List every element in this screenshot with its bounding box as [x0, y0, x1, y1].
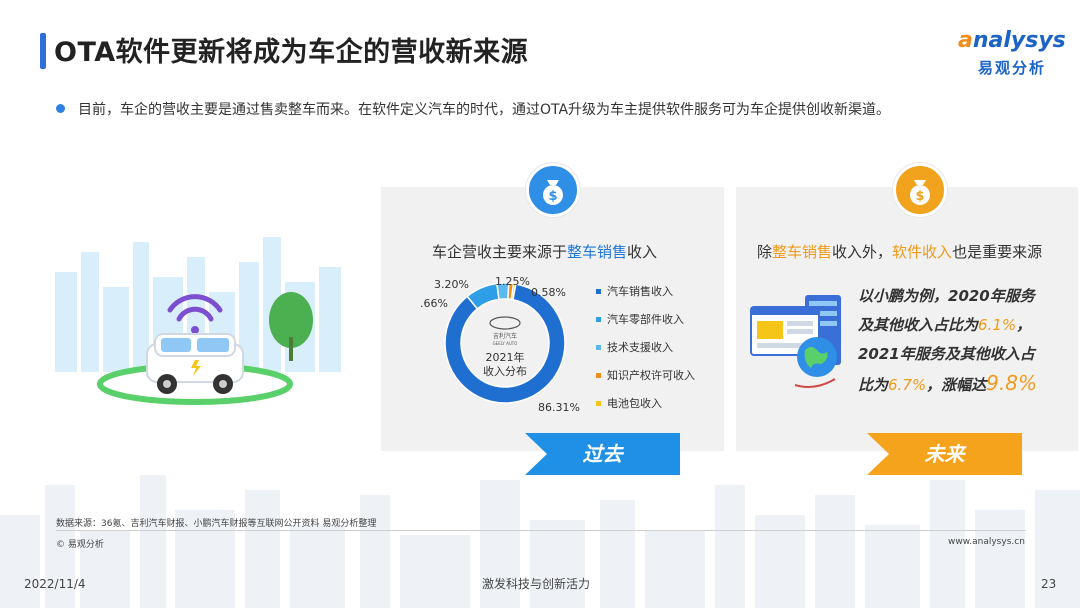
legend-swatch	[596, 373, 601, 378]
logo-text-cn: 易观分析	[978, 59, 1047, 77]
legend-label: 汽车销售收入	[607, 285, 673, 298]
donut-legend: 汽车销售收入 汽车零部件收入 技术支援收入知识产权许可收入 电池包收入	[596, 284, 695, 424]
future-line-1: 以小鹏为例，2020年服务	[858, 287, 1035, 305]
legend-item-0: 汽车销售收入	[596, 284, 695, 312]
past-tag: 过去	[525, 433, 680, 475]
donut-label-4: 0.58%	[531, 286, 566, 299]
brand-en: GEELY AUTO	[493, 341, 518, 346]
money-bag-icon: $	[526, 163, 580, 217]
title-accent-bar	[40, 33, 46, 69]
geely-logo: 吉利汽车 GEELY AUTO	[489, 316, 521, 346]
slide-date: 2022/11/4	[24, 577, 86, 591]
future-tag-label: 未来	[924, 442, 965, 466]
legend-item-4: 电池包收入	[596, 396, 695, 424]
page-title: OTA软件更新将成为车企的营收新来源	[54, 37, 529, 68]
legend-swatch	[596, 401, 601, 406]
car-icon	[146, 333, 244, 394]
brand-cn: 吉利汽车	[493, 332, 517, 340]
slogan: 激发科技与创新活力	[482, 577, 591, 591]
svg-text:$: $	[548, 189, 557, 204]
donut-label-3: 1.25%	[495, 275, 530, 288]
footer-divider	[56, 530, 1026, 531]
copyright: © 易观分析	[56, 540, 104, 550]
revenue-donut-chart: 吉利汽车 GEELY AUTO 2021年 收入分布 86.31% 8.66% 3.…	[420, 275, 580, 414]
donut-center-caption: 收入分布	[483, 364, 527, 378]
svg-text:$: $	[915, 189, 924, 204]
future-line-3: 2021年服务及其他收入占	[858, 345, 1035, 363]
past-tag-label: 过去	[582, 442, 623, 466]
intro-bullet-text: 目前，车企的营收主要是通过售卖整车而来。在软件定义汽车的时代，通过OTA升级为车…	[78, 102, 891, 118]
legend-label: 知识产权许可收入	[607, 369, 695, 382]
data-source: 数据来源：36氪、吉利汽车财报、小鹏汽车财报等互联网公开资料 易观分析整理	[56, 519, 377, 529]
legend-item-3: 知识产权许可收入	[596, 368, 695, 396]
logo-text-en: analysys	[958, 28, 1066, 53]
legend-swatch	[596, 289, 601, 294]
website-link[interactable]: www.analysys.cn	[948, 537, 1025, 547]
legend-swatch	[596, 317, 601, 322]
car-city-illustration	[55, 237, 341, 405]
analysys-logo: analysys 易观分析	[958, 28, 1068, 78]
software-globe-illustration	[750, 295, 841, 388]
legend-item-2: 技术支援收入	[596, 340, 695, 368]
legend-item-1: 汽车零部件收入	[596, 312, 695, 340]
future-heading: 除整车销售收入外，软件收入也是重要来源	[757, 243, 1043, 261]
future-description: 以小鹏为例，2020年服务 及其他收入占比为6.1%， 2021年服务及其他收入…	[858, 282, 1073, 400]
money-bag-icon: $	[893, 163, 947, 217]
legend-swatch	[596, 345, 601, 350]
donut-label-1: 8.66%	[420, 297, 448, 310]
donut-label-0: 86.31%	[538, 401, 580, 414]
future-line-2: 及其他收入占比为6.1%，	[858, 316, 1032, 334]
legend-label: 技术支援收入	[607, 341, 673, 354]
legend-label: 电池包收入	[607, 397, 662, 410]
bullet-dot	[56, 104, 65, 113]
past-heading: 车企营收主要来源于整车销售收入	[432, 243, 658, 261]
donut-label-2: 3.20%	[434, 278, 469, 291]
future-line-4: 比为6.7%，涨幅达9.8%	[858, 371, 1037, 395]
future-tag: 未来	[867, 433, 1022, 475]
donut-center-year: 2021年	[486, 350, 525, 364]
page-number: 23	[1041, 577, 1057, 591]
legend-label: 汽车零部件收入	[607, 313, 684, 326]
